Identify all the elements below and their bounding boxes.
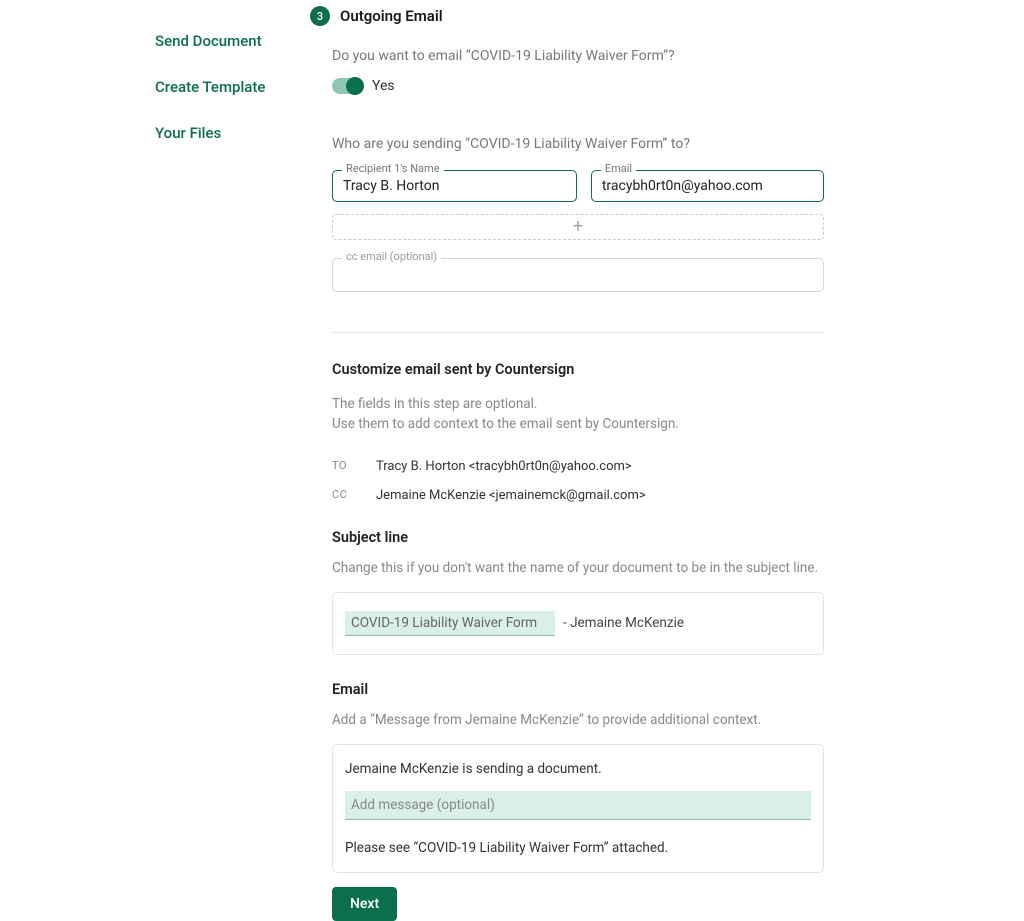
cc-row: CC Jemaine McKenzie <jemainemck@gmail.co… [332, 488, 824, 503]
toggle-knob [346, 77, 364, 95]
subject-title: Subject line [332, 529, 824, 546]
subject-input[interactable] [345, 611, 555, 636]
to-row: TO Tracy B. Horton <tracybh0rt0n@yahoo.c… [332, 459, 824, 474]
recipient-name-field: Recipient 1's Name [332, 170, 577, 202]
step-header: 3 Outgoing Email [310, 6, 824, 26]
to-label: TO [332, 459, 352, 474]
step-title: Outgoing Email [340, 7, 443, 25]
email-footer-line: Please see “COVID-19 Liability Waiver Fo… [345, 840, 811, 856]
toggle-row: Yes [332, 78, 824, 94]
sidebar-item-create-template[interactable]: Create Template [155, 64, 310, 110]
customize-desc: The fields in this step are optional. Us… [332, 394, 824, 435]
plus-icon: + [573, 218, 583, 236]
sidebar: Send Document Create Template Your Files [0, 0, 310, 892]
step-number-badge: 3 [310, 6, 330, 26]
email-section-desc: Add a “Message from Jemaine McKenzie” to… [332, 712, 824, 728]
toggle-label: Yes [372, 78, 395, 94]
cc-label: cc email (optional) [342, 250, 441, 263]
subject-card: - Jemaine McKenzie [332, 592, 824, 655]
divider [332, 332, 824, 333]
main-content: 3 Outgoing Email Do you want to email “C… [310, 0, 1024, 892]
cc-meta-value: Jemaine McKenzie <jemainemck@gmail.com> [376, 488, 646, 503]
sidebar-item-your-files[interactable]: Your Files [155, 110, 310, 156]
customize-title: Customize email sent by Countersign [332, 361, 824, 378]
cc-email-input[interactable] [332, 258, 824, 292]
subject-suffix: - Jemaine McKenzie [563, 615, 684, 631]
add-recipient-button[interactable]: + [332, 214, 824, 240]
recipients-question: Who are you sending “COVID-19 Liability … [332, 136, 824, 152]
email-section-title: Email [332, 681, 824, 698]
email-card: Jemaine McKenzie is sending a document. … [332, 744, 824, 873]
email-toggle[interactable] [332, 78, 362, 94]
subject-desc: Change this if you don't want the name o… [332, 560, 824, 576]
cc-meta-label: CC [332, 488, 352, 503]
cc-field-wrap: cc email (optional) [332, 258, 824, 292]
recipient-email-field: Email [591, 170, 824, 202]
recipient-email-label: Email [601, 162, 636, 175]
sidebar-item-send-document[interactable]: Send Document [155, 18, 310, 64]
recipient-name-label: Recipient 1's Name [342, 162, 444, 175]
to-value: Tracy B. Horton <tracybh0rt0n@yahoo.com> [376, 459, 632, 474]
email-message-input[interactable] [345, 791, 811, 820]
email-prompt-question: Do you want to email “COVID-19 Liability… [332, 48, 824, 64]
email-intro-line: Jemaine McKenzie is sending a document. [345, 761, 811, 777]
